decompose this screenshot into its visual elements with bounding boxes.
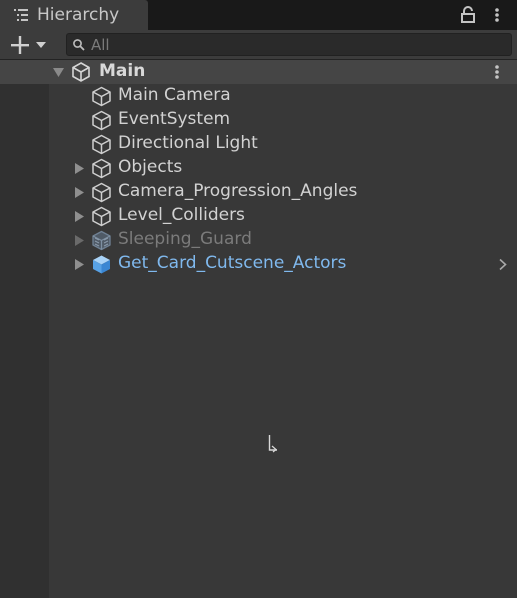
search-icon bbox=[73, 39, 85, 51]
hierarchy-list-icon bbox=[14, 9, 28, 21]
expand-arrow-icon[interactable] bbox=[74, 259, 84, 270]
scene-options-icon[interactable] bbox=[490, 63, 504, 81]
tab-title: Hierarchy bbox=[37, 5, 120, 25]
add-object-button[interactable] bbox=[8, 33, 52, 57]
search-input[interactable] bbox=[91, 35, 491, 54]
hierarchy-toolbar bbox=[0, 30, 517, 60]
tree-item-level-colliders[interactable]: Level_Colliders bbox=[0, 204, 517, 228]
expand-arrow-icon[interactable] bbox=[74, 187, 84, 198]
tree-item-label: EventSystem bbox=[118, 109, 231, 129]
tree-item-directional-light[interactable]: Directional Light bbox=[0, 132, 517, 156]
search-field[interactable] bbox=[66, 33, 512, 56]
gameobject-cube-icon bbox=[92, 206, 111, 227]
prefab-cube-icon bbox=[93, 255, 110, 274]
tree-item-label: Directional Light bbox=[118, 133, 258, 153]
gameobject-cube-icon bbox=[92, 182, 111, 203]
unity-scene-icon bbox=[72, 62, 90, 82]
tree-item-get-card-cutscene-actors[interactable]: Get_Card_Cutscene_Actors bbox=[0, 252, 517, 276]
expand-arrow-icon[interactable] bbox=[74, 211, 84, 222]
tree-item-label: Get_Card_Cutscene_Actors bbox=[118, 253, 347, 273]
tree-item-eventsystem[interactable]: EventSystem bbox=[0, 108, 517, 132]
tree-item-label: Sleeping_Guard bbox=[118, 229, 252, 249]
gameobject-cube-icon bbox=[92, 134, 111, 155]
gameobject-cube-icon bbox=[92, 158, 111, 179]
tree-item-label: Main Camera bbox=[118, 85, 231, 105]
scene-name: Main bbox=[99, 61, 146, 81]
tree-item-label: Objects bbox=[118, 157, 183, 177]
tree-item-camera-progression-angles[interactable]: Camera_Progression_Angles bbox=[0, 180, 517, 204]
gameobject-cube-icon bbox=[92, 86, 111, 107]
scene-header-main[interactable]: Main bbox=[0, 60, 517, 84]
panel-tab-bar: Hierarchy bbox=[0, 0, 517, 30]
more-options-icon[interactable] bbox=[490, 6, 504, 24]
tree-item-main-camera[interactable]: Main Camera bbox=[0, 84, 517, 108]
tree-item-objects[interactable]: Objects bbox=[0, 156, 517, 180]
chevron-right-icon[interactable] bbox=[498, 258, 508, 271]
lock-icon[interactable] bbox=[461, 6, 475, 24]
expand-arrow-icon[interactable] bbox=[53, 67, 64, 78]
tree-item-sleeping-guard[interactable]: Sleeping_Guard bbox=[0, 228, 517, 252]
tree-item-label: Level_Colliders bbox=[118, 205, 245, 225]
expand-arrow-icon[interactable] bbox=[74, 235, 84, 246]
tree-item-label: Camera_Progression_Angles bbox=[118, 181, 358, 201]
gameobject-cube-icon bbox=[92, 110, 111, 131]
tab-hierarchy[interactable]: Hierarchy bbox=[0, 0, 148, 30]
expand-arrow-icon[interactable] bbox=[74, 163, 84, 174]
hierarchy-tree: Main Main Camera EventSystem Directional… bbox=[0, 60, 517, 598]
mouse-cursor-icon bbox=[268, 435, 277, 453]
model-prefab-icon bbox=[92, 230, 111, 251]
